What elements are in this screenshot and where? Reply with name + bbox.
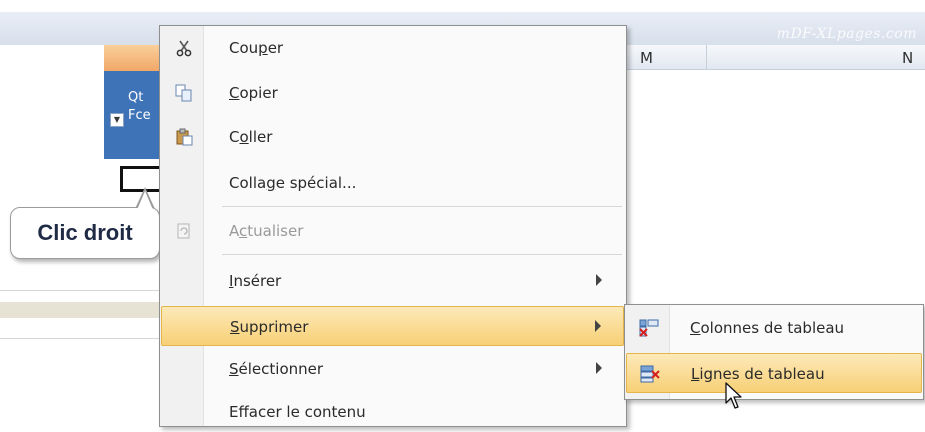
column-header-m[interactable]: M <box>640 49 653 67</box>
paste-icon <box>176 128 193 146</box>
menu-item-label: Sélectionner <box>229 360 324 378</box>
filter-dropdown-icon[interactable]: ▼ <box>110 113 124 127</box>
menu-item-copier[interactable]: Copier <box>161 73 624 113</box>
menu-item-label: Actualiser <box>229 222 304 240</box>
menu-item-coller[interactable]: Coller <box>161 117 624 157</box>
submenu-arrow-icon <box>596 362 602 374</box>
column-divider <box>706 45 707 69</box>
menu-item-label: Coller <box>229 128 273 146</box>
copy-icon <box>175 84 192 102</box>
context-menu: Couper Copier Coller Collage spécial... … <box>159 25 627 427</box>
menu-item-effacer-contenu[interactable]: Effacer le contenu <box>161 392 624 432</box>
submenu-arrow-icon <box>596 274 602 286</box>
table-header-line1: Qt <box>128 90 144 105</box>
submenu-item-lignes[interactable]: Lignes de tableau <box>626 353 922 393</box>
delete-rows-icon <box>640 365 660 383</box>
menu-item-collage-special[interactable]: Collage spécial... <box>161 163 624 203</box>
menu-separator <box>222 254 622 255</box>
table-row[interactable] <box>0 302 170 318</box>
selected-column-header[interactable] <box>104 45 164 71</box>
table-header-line2: Fce <box>128 108 151 123</box>
column-header-bar <box>624 45 925 70</box>
callout-box: Clic droit <box>10 207 160 259</box>
submenu-item-label: Colonnes de tableau <box>690 319 845 337</box>
row-divider <box>0 338 170 339</box>
submenu-item-colonnes[interactable]: Colonnes de tableau <box>626 308 922 348</box>
menu-item-label: Insérer <box>229 272 282 290</box>
menu-item-label: Supprimer <box>230 318 309 336</box>
delete-columns-icon <box>639 319 659 337</box>
callout-text: Clic droit <box>37 220 133 245</box>
menu-item-label: Copier <box>229 84 278 102</box>
menu-separator <box>222 206 622 207</box>
watermark: mDF-XLpages.com <box>776 26 917 42</box>
mouse-pointer-icon <box>725 382 742 409</box>
menu-item-label: Couper <box>229 39 284 57</box>
column-header-n[interactable]: N <box>902 49 913 67</box>
menu-item-label: Effacer le contenu <box>229 403 366 421</box>
menu-item-inserer[interactable]: Insérer <box>161 261 624 301</box>
menu-item-couper[interactable]: Couper <box>161 28 624 68</box>
callout-pointer-fill <box>137 191 153 210</box>
scissors-icon <box>176 40 192 57</box>
refresh-icon <box>177 223 190 239</box>
menu-item-selectionner[interactable]: Sélectionner <box>161 349 624 389</box>
submenu-item-label: Lignes de tableau <box>691 365 825 383</box>
row-divider <box>0 290 170 291</box>
delete-submenu: Colonnes de tableau Lignes de tableau <box>624 304 924 400</box>
menu-item-supprimer[interactable]: Supprimer <box>161 306 624 346</box>
menu-item-label: Collage spécial... <box>229 174 357 192</box>
submenu-arrow-icon <box>595 320 601 332</box>
menu-item-actualiser: Actualiser <box>161 211 624 251</box>
